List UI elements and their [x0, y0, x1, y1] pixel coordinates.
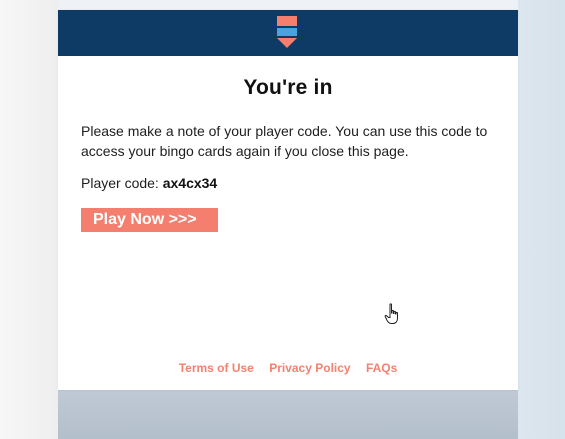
page-title: You're in	[243, 76, 333, 99]
player-code-label: Player code:	[81, 175, 159, 191]
header-bar	[58, 10, 518, 56]
privacy-policy-link[interactable]: Privacy Policy	[269, 361, 350, 375]
instruction-message: Please make a note of your player code. …	[81, 123, 488, 159]
confirmation-card: You're in Please make a note of your pla…	[58, 10, 518, 390]
player-code-line: Player code: ax4cx34	[81, 175, 217, 191]
left-margin	[0, 0, 58, 439]
footer-links: Terms of Use Privacy Policy FAQs	[58, 361, 518, 375]
hand-pointer-icon	[384, 303, 398, 324]
bookmark-flag-icon	[277, 16, 297, 48]
play-now-button[interactable]: Play Now >>>	[81, 208, 218, 232]
player-code-value: ax4cx34	[162, 175, 218, 191]
terms-of-use-link[interactable]: Terms of Use	[179, 361, 254, 375]
right-margin	[518, 0, 565, 439]
faqs-link[interactable]: FAQs	[366, 361, 397, 375]
